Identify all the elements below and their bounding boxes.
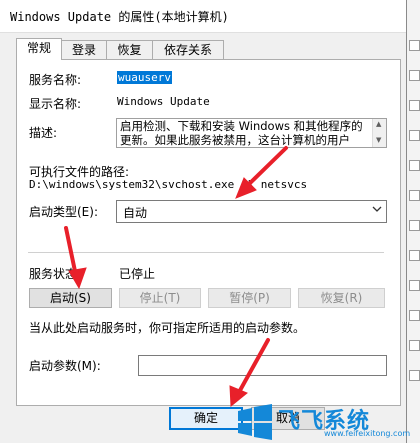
scroll-down-icon[interactable]: ▼ — [376, 136, 381, 144]
watermark-site: www.feifeixitong.com — [324, 429, 411, 438]
start-service-button[interactable]: 启动(S) — [29, 288, 112, 308]
watermark-logo: 飞飞系统 www.feifeixitong.com — [234, 400, 420, 443]
exe-path-value[interactable]: D:\windows\system32\svchost.exe -k netsv… — [29, 178, 307, 191]
scroll-up-icon[interactable]: ▲ — [376, 120, 381, 128]
description-text: 启用检测、下载和安装 Windows 和其他程序的更新。如果此服务被禁用，这台计… — [120, 119, 363, 147]
service-status-value: 已停止 — [119, 267, 156, 281]
service-name-label: 服务名称: — [29, 73, 82, 87]
ok-button[interactable]: 确定 — [169, 407, 243, 430]
startup-type-selected: 自动 — [123, 206, 148, 220]
background-row-icon — [409, 160, 420, 171]
background-row-icon — [409, 100, 420, 111]
windows-logo-icon — [238, 404, 272, 440]
chevron-down-icon — [372, 206, 382, 212]
tab-recovery[interactable]: 恢复 — [106, 40, 153, 59]
background-row-icon — [409, 220, 420, 231]
tab-general[interactable]: 常规 — [16, 38, 62, 60]
service-name-value[interactable]: wuauserv — [117, 71, 172, 84]
background-row-icon — [409, 70, 420, 81]
resume-service-button[interactable]: 恢复(R) — [298, 288, 385, 308]
stop-service-button[interactable]: 停止(T) — [119, 288, 201, 308]
background-row-icon — [409, 40, 420, 51]
start-params-input[interactable] — [138, 355, 387, 376]
startup-type-label: 启动类型(E): — [29, 205, 98, 219]
display-name-value[interactable]: Windows Update — [117, 95, 210, 108]
background-row-icon — [409, 370, 420, 381]
description-label: 描述: — [29, 126, 58, 140]
display-name-label: 显示名称: — [29, 97, 82, 111]
background-window — [405, 0, 420, 443]
background-row-icon — [409, 280, 420, 291]
background-row-icon — [409, 130, 420, 141]
title-bar[interactable]: Windows Update 的属性(本地计算机) — [0, 0, 406, 33]
window-title: Windows Update 的属性(本地计算机) — [10, 10, 229, 24]
pause-service-button[interactable]: 暂停(P) — [208, 288, 291, 308]
divider — [28, 252, 384, 253]
start-params-label: 启动参数(M): — [29, 359, 101, 373]
background-row-icon — [409, 190, 420, 201]
tab-logon[interactable]: 登录 — [61, 40, 107, 59]
tab-dependencies[interactable]: 依存关系 — [152, 40, 224, 59]
service-properties-dialog: Windows Update 的属性(本地计算机) 常规 登录 恢复 依存关系 … — [0, 0, 407, 443]
background-row-icon — [409, 340, 420, 351]
service-status-label: 服务状态: — [29, 267, 82, 281]
description-scrollbar[interactable]: ▲ ▼ — [372, 119, 386, 147]
background-row-icon — [409, 310, 420, 321]
startup-type-dropdown[interactable]: 自动 — [116, 200, 387, 223]
start-params-hint: 当从此处启动服务时，你可指定所适用的启动参数。 — [29, 321, 306, 335]
background-row-icon — [409, 250, 420, 261]
description-textbox[interactable]: 启用检测、下载和安装 Windows 和其他程序的更新。如果此服务被禁用，这台计… — [116, 118, 387, 148]
